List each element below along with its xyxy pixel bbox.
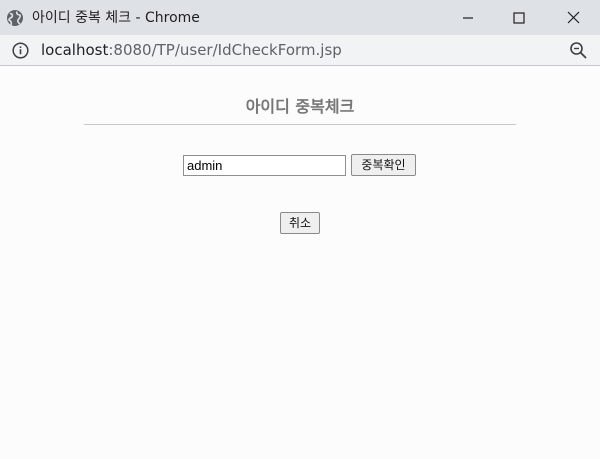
browser-window: 아이디 중복 체크 - Chrome localhost:8080/TP/use… — [0, 0, 600, 459]
globe-icon — [6, 9, 24, 27]
id-input[interactable] — [183, 155, 346, 176]
window-title: 아이디 중복 체크 - Chrome — [32, 10, 200, 26]
minimize-button[interactable] — [444, 0, 492, 35]
maximize-button[interactable] — [495, 0, 543, 35]
page-title: 아이디 중복체크 — [245, 97, 355, 116]
cancel-button[interactable]: 취소 — [280, 212, 320, 234]
title-bar: 아이디 중복 체크 - Chrome — [0, 0, 600, 35]
info-icon[interactable] — [12, 42, 29, 59]
page-content: 아이디 중복체크 중복확인 취소 — [0, 67, 600, 459]
close-icon — [567, 11, 580, 24]
zoom-icon[interactable] — [569, 41, 588, 60]
url-text[interactable]: localhost:8080/TP/user/IdCheckForm.jsp — [41, 41, 342, 60]
close-button[interactable] — [549, 0, 597, 35]
minimize-icon — [462, 12, 474, 24]
duplicate-check-button[interactable]: 중복확인 — [351, 154, 416, 176]
address-bar[interactable]: localhost:8080/TP/user/IdCheckForm.jsp — [0, 35, 600, 66]
url-host: localhost — [41, 41, 109, 59]
url-path: :8080/TP/user/IdCheckForm.jsp — [108, 41, 342, 59]
divider — [84, 124, 516, 125]
maximize-icon — [513, 11, 525, 24]
